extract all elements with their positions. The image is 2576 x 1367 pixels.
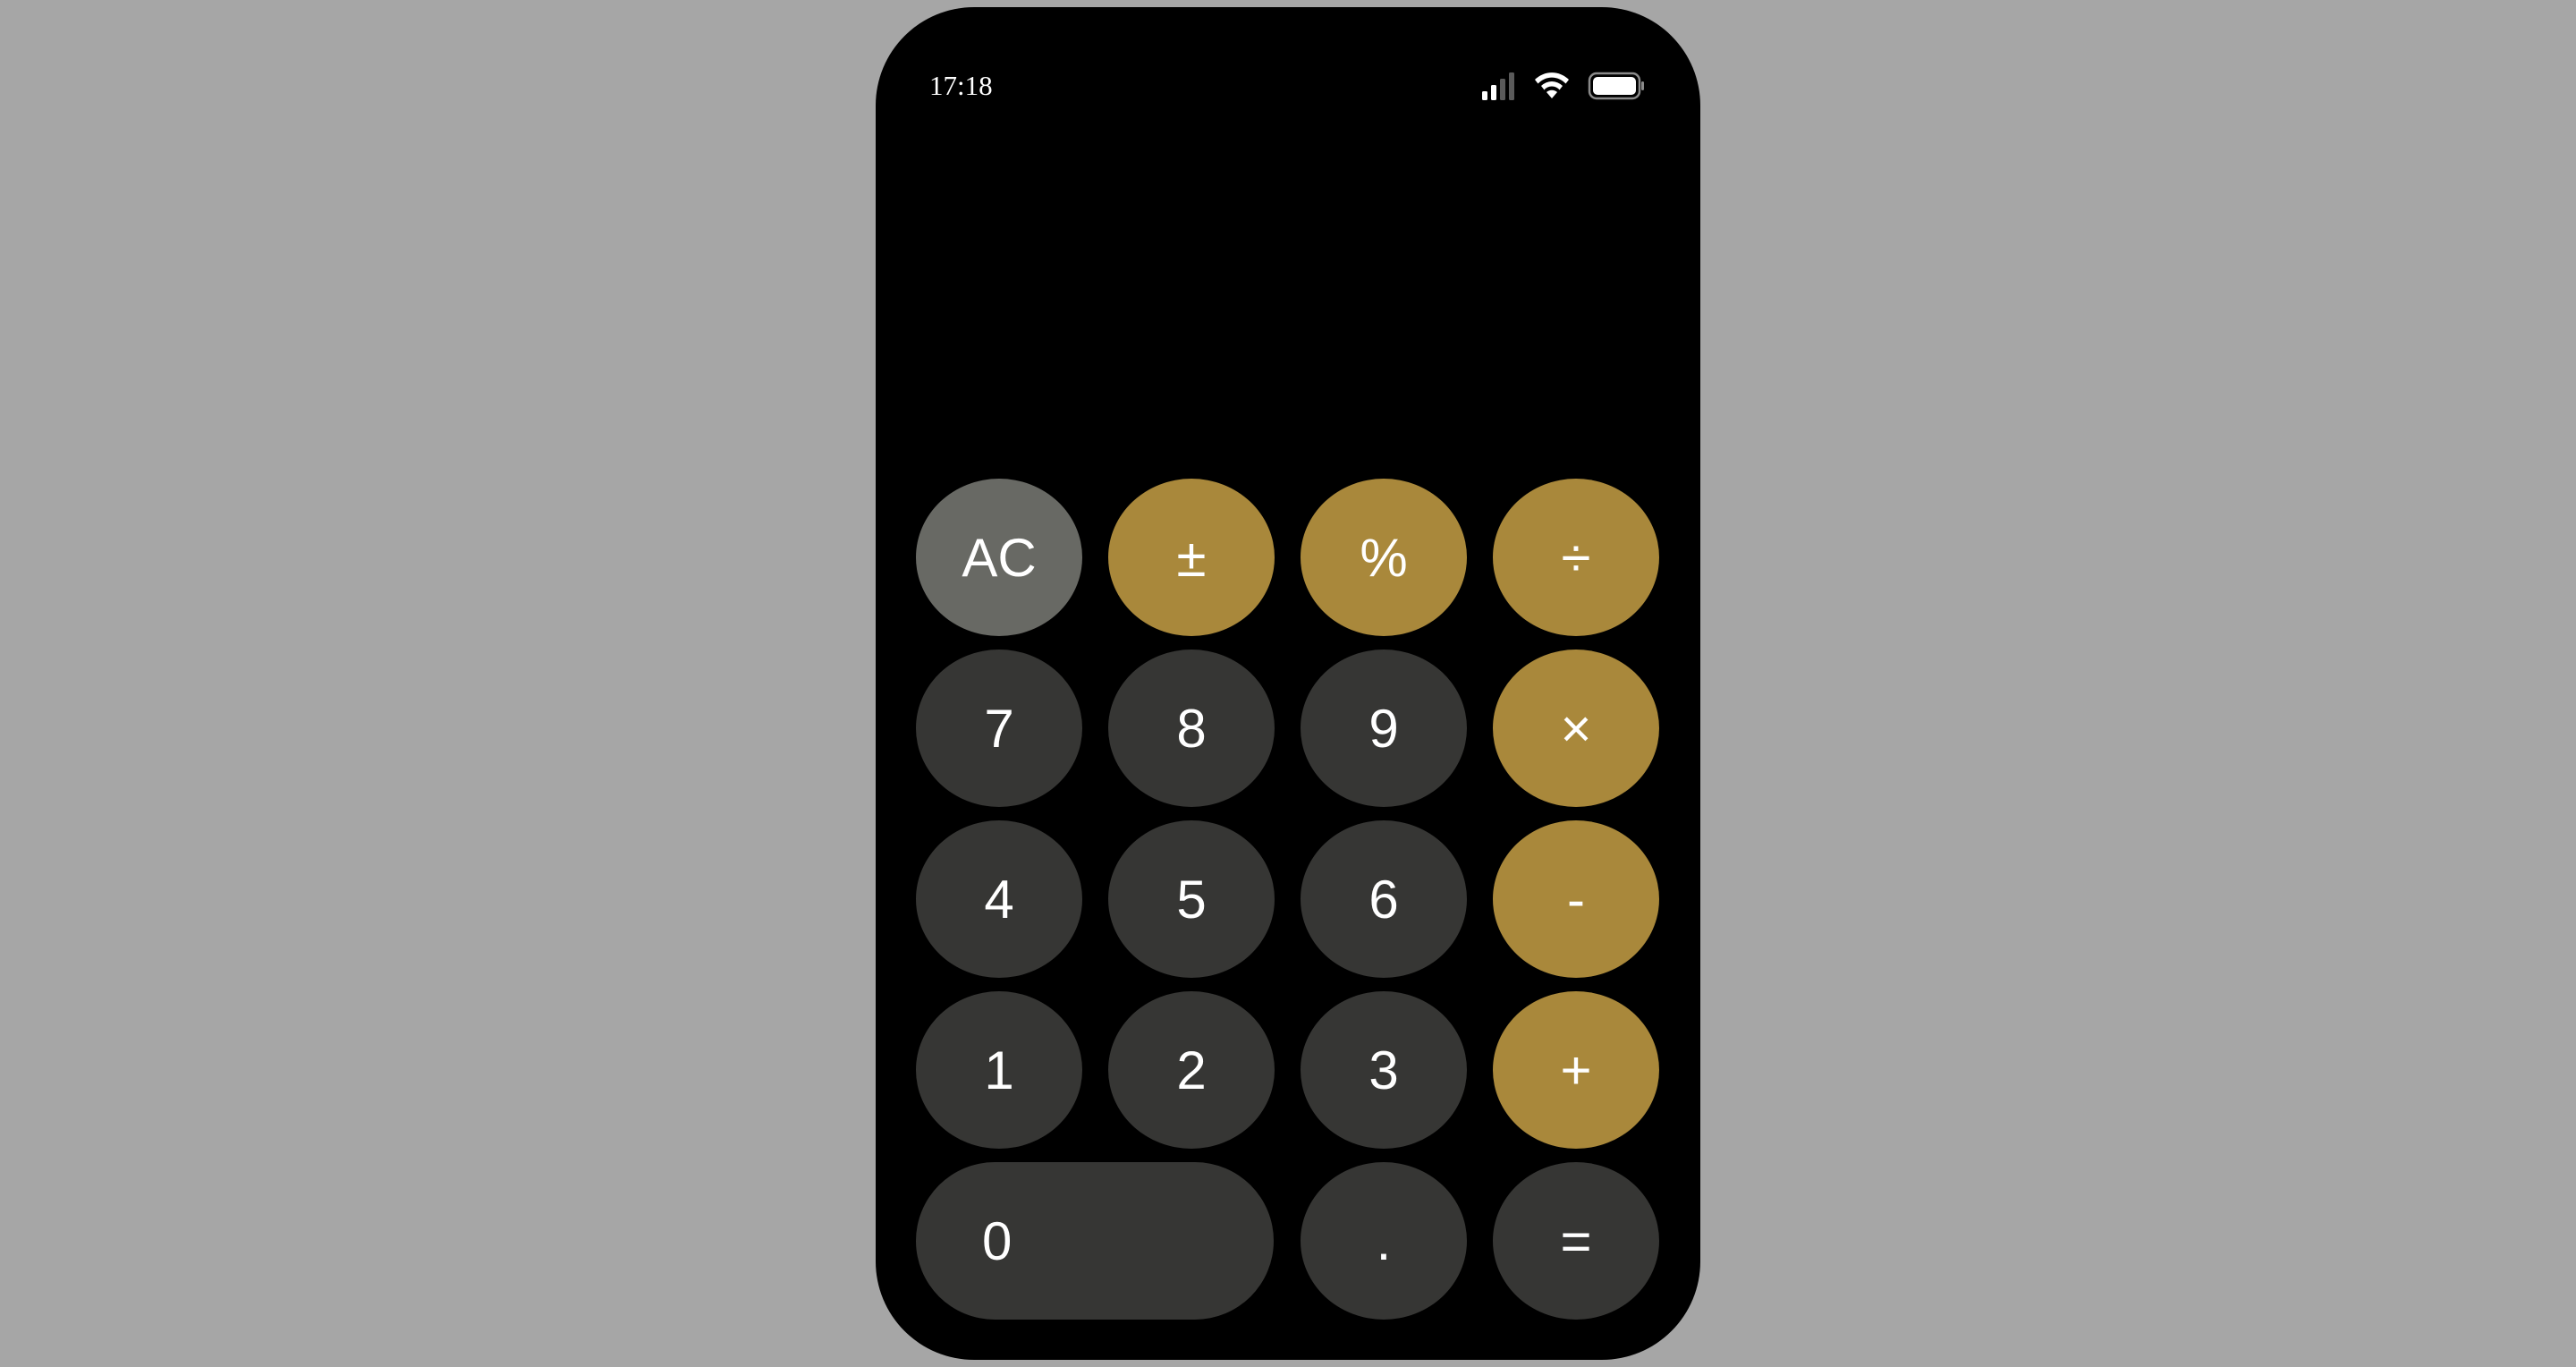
plus-button[interactable]: + <box>1493 991 1659 1149</box>
digit-7-button[interactable]: 7 <box>916 650 1082 807</box>
calculator-phone-frame: 17:18 AC ± % ÷ 7 8 9 × 4 5 6 - 1 2 3 + 0… <box>876 7 1700 1360</box>
minus-button[interactable]: - <box>1493 820 1659 978</box>
digit-0-button[interactable]: 0 <box>916 1162 1274 1320</box>
plus-minus-button[interactable]: ± <box>1108 479 1275 636</box>
digit-8-button[interactable]: 8 <box>1108 650 1275 807</box>
keypad: AC ± % ÷ 7 8 9 × 4 5 6 - 1 2 3 + 0 . = <box>876 7 1700 1360</box>
digit-6-button[interactable]: 6 <box>1301 820 1467 978</box>
digit-4-button[interactable]: 4 <box>916 820 1082 978</box>
digit-5-button[interactable]: 5 <box>1108 820 1275 978</box>
divide-button[interactable]: ÷ <box>1493 479 1659 636</box>
digit-1-button[interactable]: 1 <box>916 991 1082 1149</box>
digit-0-label: 0 <box>982 1210 1013 1271</box>
equals-button[interactable]: = <box>1493 1162 1659 1320</box>
digit-2-button[interactable]: 2 <box>1108 991 1275 1149</box>
percent-button[interactable]: % <box>1301 479 1467 636</box>
multiply-button[interactable]: × <box>1493 650 1659 807</box>
ac-button[interactable]: AC <box>916 479 1082 636</box>
digit-3-button[interactable]: 3 <box>1301 991 1467 1149</box>
decimal-button[interactable]: . <box>1301 1162 1467 1320</box>
digit-9-button[interactable]: 9 <box>1301 650 1467 807</box>
